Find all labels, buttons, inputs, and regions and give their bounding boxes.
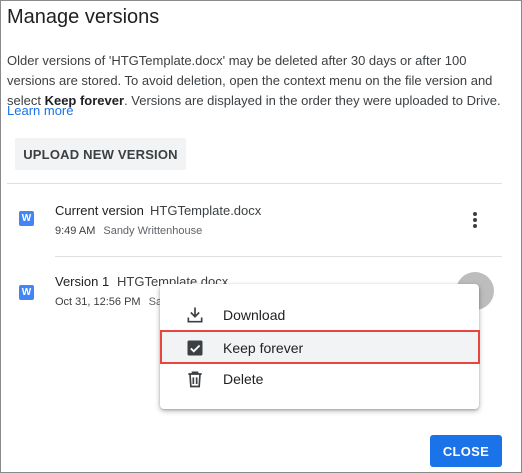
dialog-title: Manage versions bbox=[7, 6, 160, 28]
version-name: Current version bbox=[55, 203, 144, 218]
version-meta: 9:49 AM Sandy Writtenhouse bbox=[55, 225, 202, 237]
menu-item-keep-forever[interactable]: Keep forever bbox=[160, 332, 479, 364]
learn-more-link[interactable]: Learn more bbox=[7, 103, 73, 118]
more-options-icon[interactable] bbox=[467, 209, 483, 231]
menu-item-delete[interactable]: Delete bbox=[160, 363, 479, 395]
version-meta: Oct 31, 12:56 PM Sa bbox=[55, 296, 162, 308]
word-doc-icon: W bbox=[19, 211, 34, 226]
menu-item-label: Download bbox=[223, 307, 286, 323]
version-file-name: HTGTemplate.docx bbox=[150, 203, 262, 218]
menu-item-label: Keep forever bbox=[223, 340, 304, 356]
checkbox-checked-icon bbox=[187, 340, 203, 356]
trash-icon bbox=[188, 371, 202, 388]
close-button[interactable]: CLOSE bbox=[430, 435, 502, 467]
version-name: Version 1 bbox=[55, 274, 110, 289]
version-author: Sandy Writtenhouse bbox=[103, 225, 203, 237]
divider bbox=[55, 256, 502, 257]
version-time: Oct 31, 12:56 PM bbox=[55, 296, 141, 308]
upload-new-version-button[interactable]: UPLOAD NEW VERSION bbox=[15, 138, 186, 170]
menu-item-download[interactable]: Download bbox=[160, 299, 479, 331]
version-time: 9:49 AM bbox=[55, 225, 96, 237]
word-doc-icon: W bbox=[19, 285, 34, 300]
download-icon bbox=[187, 307, 203, 323]
divider bbox=[7, 183, 502, 184]
manage-versions-dialog: Manage versions Older versions of 'HTGTe… bbox=[0, 0, 522, 473]
description-text-2: . Versions are displayed in the order th… bbox=[124, 93, 501, 108]
dialog-description: Older versions of 'HTGTemplate.docx' may… bbox=[7, 51, 512, 111]
version-context-menu: Download Keep forever Delete bbox=[160, 284, 479, 409]
menu-item-label: Delete bbox=[223, 371, 264, 387]
